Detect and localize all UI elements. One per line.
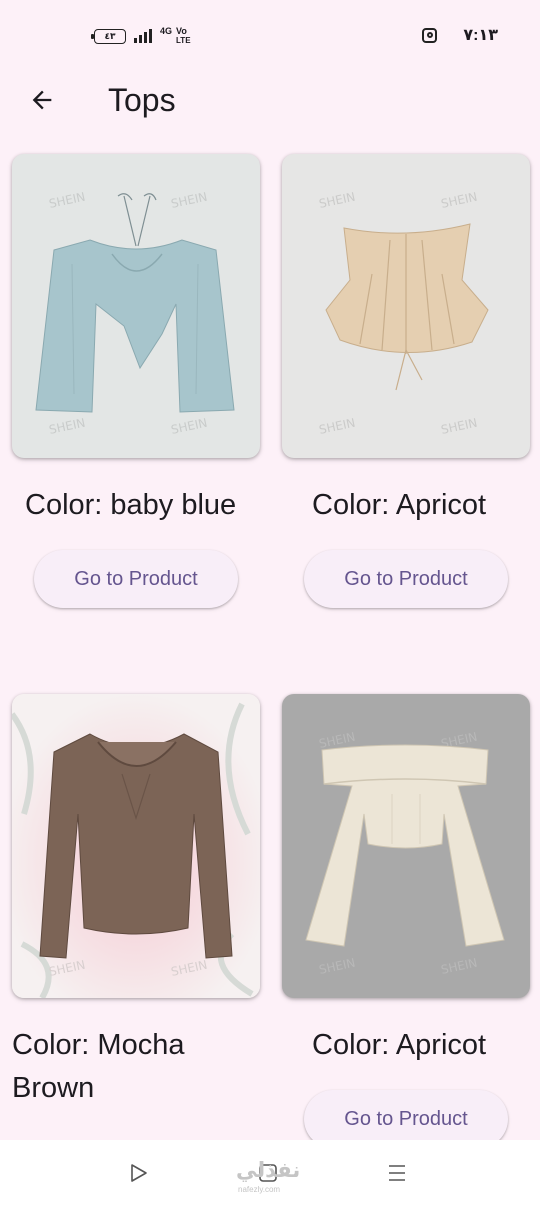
back-triangle-icon	[131, 1164, 147, 1182]
battery-icon: ٤٣	[91, 28, 126, 44]
product-image[interactable]: SHEIN SHEIN SHEIN SHEIN	[282, 154, 530, 458]
watermark-text: SHEIN	[170, 416, 209, 437]
product-color-label: Color: Mocha Brown	[12, 1024, 184, 1110]
clock: ٧:١٣	[463, 27, 498, 44]
app-bar: Tops	[0, 72, 540, 132]
product-image[interactable]: SHEIN SHEIN SHEIN SHEIN	[12, 154, 260, 458]
product-color-label: Color: Apricot	[312, 489, 487, 521]
watermark-text: SHEIN	[440, 190, 479, 211]
back-button[interactable]	[22, 80, 62, 120]
watermark-text: SHEIN	[318, 956, 357, 977]
product-color-label: Color: Apricot	[312, 1029, 487, 1061]
instagram-icon	[422, 27, 438, 43]
product-color-label: Color: baby blue	[25, 489, 237, 521]
watermark-text: SHEIN	[318, 190, 357, 211]
watermark-logo: نفذلي	[236, 1159, 301, 1182]
product-grid: SHEIN SHEIN SHEIN SHEIN Color: baby blue…	[0, 150, 540, 1140]
volte-lte: LTE	[176, 36, 191, 45]
watermark-text: SHEIN	[48, 416, 87, 437]
product-color-label-line1: Color: Mocha	[12, 1029, 185, 1061]
product-color-label-line2: Brown	[12, 1072, 95, 1104]
watermark-text: SHEIN	[318, 416, 357, 437]
watermark-text: SHEIN	[440, 416, 479, 437]
status-right: ٧:١٣	[422, 25, 498, 45]
watermark-text: SHEIN	[170, 190, 209, 211]
nav-back-button[interactable]	[119, 1156, 159, 1190]
go-to-product-button[interactable]: Go to Product	[34, 550, 238, 608]
watermark-text: SHEIN	[48, 190, 87, 211]
product-image[interactable]: SHEIN SHEIN SHEIN SHEIN	[282, 694, 530, 998]
watermark-url: nafezly.com	[238, 1185, 281, 1194]
nav-recents-button[interactable]	[377, 1156, 417, 1190]
arrow-left-icon	[32, 90, 52, 110]
battery-level: ٤٣	[104, 30, 116, 41]
system-nav-bar: نفذلي nafezly.com	[0, 1140, 540, 1206]
product-image[interactable]: SHEIN SHEIN	[12, 694, 260, 998]
network-type: 4G	[160, 26, 173, 36]
go-to-product-button[interactable]: Go to Product	[304, 1090, 508, 1140]
go-to-product-button[interactable]: Go to Product	[304, 550, 508, 608]
watermark-text: SHEIN	[440, 956, 479, 977]
network-icon: 4G Vo LTE	[160, 26, 191, 46]
recents-menu-icon	[389, 1165, 405, 1181]
status-left: ٤٣ 4G Vo LTE	[91, 26, 191, 46]
signal-icon	[134, 29, 152, 43]
page-title: Tops	[108, 82, 176, 118]
status-bar: ٤٣ 4G Vo LTE ٧:١٣	[0, 0, 540, 72]
volte-vo: Vo	[176, 26, 187, 36]
